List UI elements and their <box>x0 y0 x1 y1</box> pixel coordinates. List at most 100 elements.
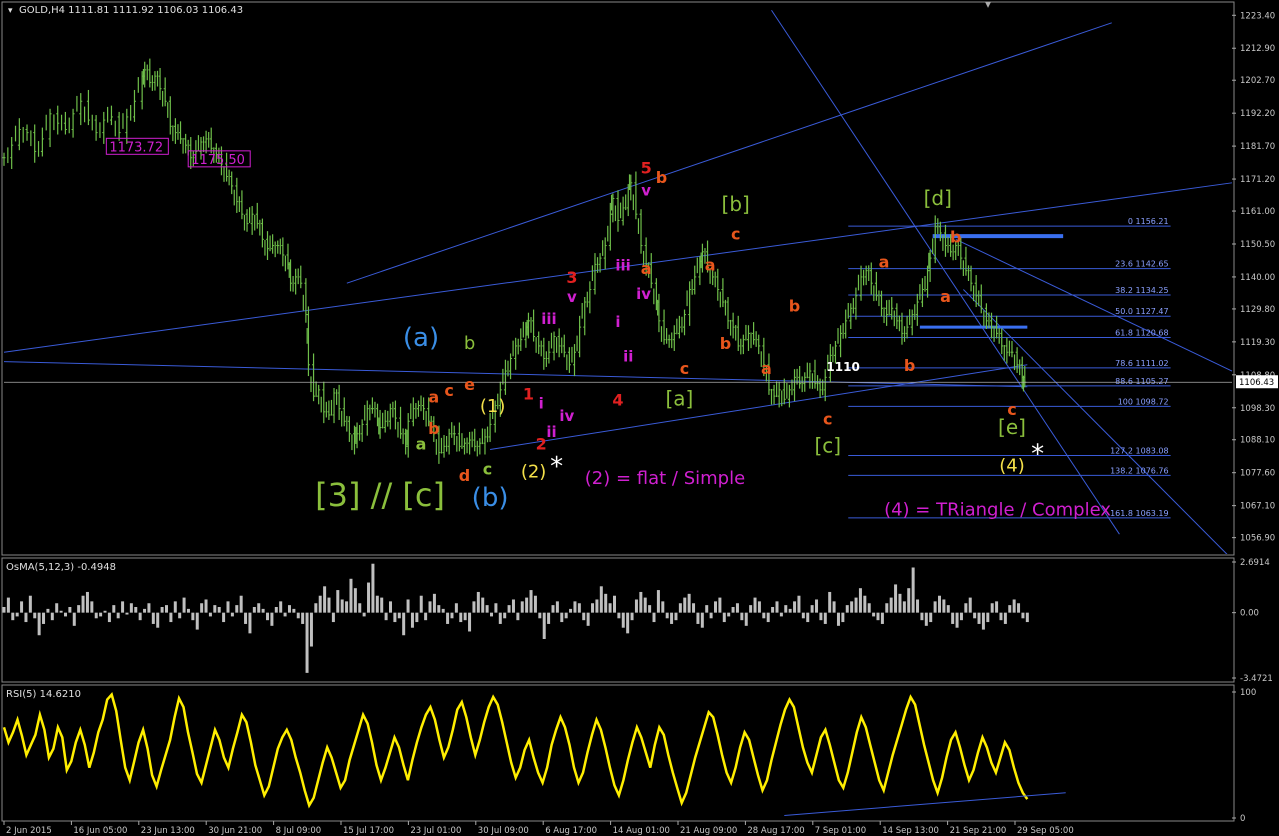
price-tick-label: 1098.30 <box>1240 404 1275 414</box>
rsi-title: RSI(5) 14.6210 <box>6 689 81 700</box>
wave-note-0: (2) = flat / Simple <box>585 468 745 489</box>
price-box-label-1: 1175.50 <box>191 153 245 168</box>
wave-label: a <box>761 359 772 378</box>
wave-label: c <box>680 359 689 378</box>
wave-label: v <box>567 288 577 306</box>
wave-label: (a) <box>403 323 439 353</box>
osma-title: OsMA(5,12,3) -0.4948 <box>6 562 116 573</box>
price-tick-label: 1140.00 <box>1240 273 1275 283</box>
wave-label: ii <box>623 348 633 366</box>
fib-label-2: 38.2 1134.25 <box>1115 286 1168 295</box>
trendline-3[interactable] <box>346 22 1112 284</box>
wave-label: i <box>615 313 620 331</box>
wave-label: e <box>464 375 475 394</box>
price-tick-label: 1223.40 <box>1240 11 1275 21</box>
wave-label: a <box>641 259 652 278</box>
x-tick-label: 7 Sep 01:00 <box>815 826 866 836</box>
wave-label: b <box>464 333 475 354</box>
wave-label: [d] <box>924 186 952 210</box>
price-tick-label: 1129.80 <box>1240 305 1275 315</box>
wave-label: [a] <box>665 387 693 411</box>
wave-label: b <box>656 168 667 187</box>
symbol-header: GOLD,H4 1111.81 1111.92 1106.03 1106.43 <box>19 5 243 16</box>
rsi-tick-label: 100 <box>1240 688 1256 698</box>
axes: 1223.40 1212.90 1202.70 1192.20 1181.70 1171.… <box>3 11 1278 836</box>
star-marker-1: * <box>1031 440 1044 470</box>
rsi-trendline[interactable] <box>784 792 1066 816</box>
wave-label: iv <box>559 407 574 425</box>
price-bars <box>2 58 1027 464</box>
rsi-tick-label: 0 <box>1240 814 1245 824</box>
fib-label-6: 88.6 1105.27 <box>1115 377 1168 386</box>
wave-label: c <box>444 381 453 400</box>
price-tick-label: 1212.90 <box>1240 44 1275 54</box>
rsi-panel-frame <box>1 684 1235 822</box>
wave-label: [e] <box>998 415 1026 439</box>
wave-label: [c] <box>814 434 841 458</box>
price-tick-label: 1181.70 <box>1240 142 1275 152</box>
price-tick-label: 1202.70 <box>1240 76 1275 86</box>
wave-label: 1110 <box>826 360 859 374</box>
osma-panel[interactable] <box>2 563 1029 673</box>
x-tick-label: 28 Aug 17:00 <box>747 826 804 836</box>
wave-label: 5 <box>641 158 652 177</box>
wave-label: a <box>416 434 427 453</box>
x-tick-label: 14 Aug 01:00 <box>613 826 670 836</box>
wave-label: [3] // [c] <box>315 476 445 514</box>
price-tick-label: 1067.10 <box>1240 502 1275 512</box>
osma-tick-label: 2.6914 <box>1240 558 1270 568</box>
x-tick-label: 2 Jun 2015 <box>6 826 52 836</box>
wave-label: iii <box>541 310 556 328</box>
fib-label-5: 78.6 1111.02 <box>1115 359 1168 368</box>
price-panel[interactable]: 0 1156.21 23.6 1142.65 38.2 1134.25 50.0 11… <box>2 9 1233 559</box>
osma-panel-frame <box>1 557 1235 683</box>
wave-label: c <box>823 409 832 428</box>
trendline-5[interactable] <box>955 238 1233 372</box>
wave-label: b <box>428 419 439 438</box>
fib-label-9: 138.2 1076.76 <box>1110 466 1169 475</box>
wave-label: b <box>720 334 731 353</box>
x-tick-label: 30 Jun 21:00 <box>208 826 262 836</box>
fib-label-4: 61.8 1120.68 <box>1115 329 1168 338</box>
wave-label: i <box>539 395 544 413</box>
wave-label: iv <box>636 285 651 303</box>
wave-label: d <box>459 466 470 485</box>
fib-label-8: 127.2 1083.08 <box>1110 446 1169 455</box>
rsi-panel[interactable] <box>2 691 1066 816</box>
rsi-line[interactable] <box>2 691 1029 809</box>
x-tick-label: 21 Aug 09:00 <box>680 826 737 836</box>
x-tick-label: 21 Sep 21:00 <box>950 826 1007 836</box>
wave-label: (b) <box>472 483 509 513</box>
wave-label: (1) <box>480 396 506 417</box>
price-tick-label: 1150.50 <box>1240 240 1275 250</box>
wave-label: a <box>940 287 951 306</box>
wave-label: 3 <box>566 268 577 287</box>
price-box-label-0: 1173.72 <box>109 140 163 155</box>
price-tick-label: 1056.90 <box>1240 534 1275 544</box>
wave-label: b <box>950 227 961 246</box>
wave-label: b <box>904 356 915 375</box>
wave-label: ii <box>546 423 556 441</box>
osma-tick-label: 0.00 <box>1240 609 1259 619</box>
wave-label: a <box>879 253 890 272</box>
fib-label-7: 100 1098.72 <box>1118 397 1169 406</box>
osma-tick-label: -3.4721 <box>1240 674 1273 684</box>
x-tick-label: 23 Jun 13:00 <box>141 826 195 836</box>
x-tick-label: 16 Jun 05:00 <box>73 826 127 836</box>
wave-label: iii <box>615 257 630 275</box>
fib-label-1: 23.6 1142.65 <box>1115 260 1168 269</box>
chart-scroll-marker-icon[interactable]: ▾ <box>985 0 991 11</box>
fib-label-0: 0 1156.21 <box>1128 217 1169 226</box>
x-tick-label: 29 Sep 05:00 <box>1017 826 1074 836</box>
current-price-label: 1106.43 <box>1239 378 1274 388</box>
chart-window[interactable]: 0 1156.21 23.6 1142.65 38.2 1134.25 50.0 11… <box>0 0 1279 836</box>
x-tick-label: 15 Jul 17:00 <box>343 826 394 836</box>
wave-label: b <box>789 296 800 315</box>
x-tick-label: 6 Aug 17:00 <box>545 826 597 836</box>
symbol-dropdown-icon[interactable]: ▾ <box>8 6 13 16</box>
wave-label: [b] <box>722 192 750 216</box>
wave-label: (4) <box>999 455 1025 476</box>
x-tick-label: 30 Jul 09:00 <box>478 826 529 836</box>
price-tick-label: 1161.00 <box>1240 207 1275 217</box>
wave-label: v <box>641 181 651 199</box>
